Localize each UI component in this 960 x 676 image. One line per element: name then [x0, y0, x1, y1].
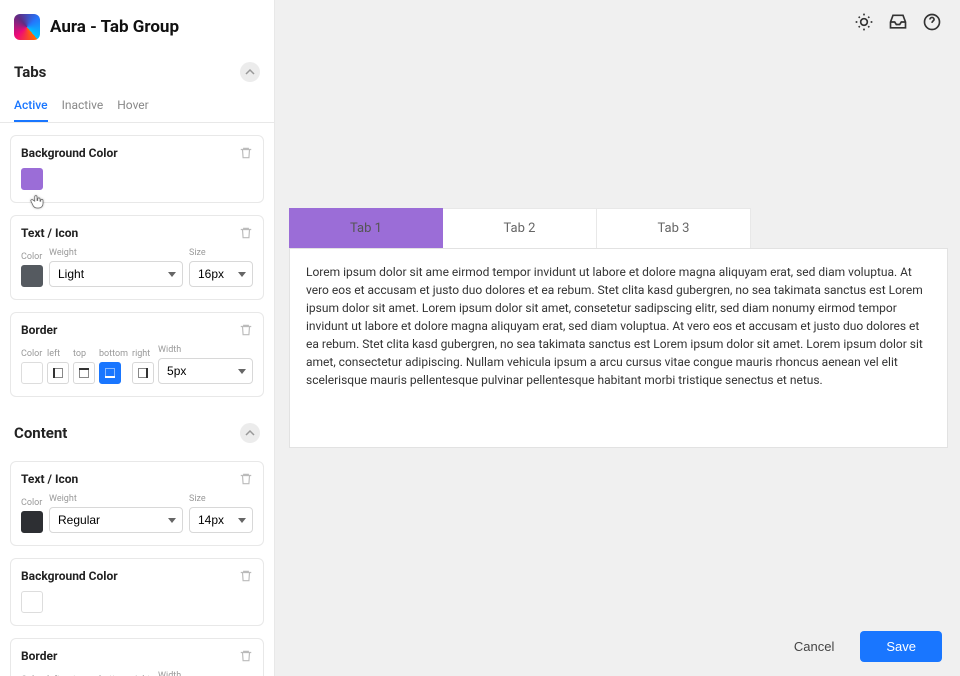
border-left-toggle[interactable] [47, 362, 69, 384]
theme-icon[interactable] [854, 12, 874, 32]
delete-icon[interactable] [239, 146, 253, 160]
field-label-color: Color [21, 252, 43, 262]
section-header-tabs: Tabs [0, 50, 274, 88]
card-content-border: Border Color left top bottom [10, 638, 264, 676]
border-top-toggle[interactable] [73, 362, 95, 384]
section-header-content: Content [0, 411, 274, 449]
collapse-tabs-button[interactable] [240, 62, 260, 82]
color-swatch[interactable] [21, 362, 43, 384]
chevron-up-icon [245, 67, 255, 77]
field-label-width: Width [158, 345, 253, 355]
delete-icon[interactable] [239, 323, 253, 337]
state-subtabs: Active Inactive Hover [0, 88, 274, 123]
field-label-top: top [73, 349, 95, 359]
app-title: Aura - Tab Group [50, 17, 179, 37]
preview-tab-2[interactable]: Tab 2 [443, 208, 597, 248]
chevron-up-icon [245, 428, 255, 438]
field-label-left: left [47, 349, 69, 359]
border-right-toggle[interactable] [132, 362, 154, 384]
prop-title: Text / Icon [21, 472, 78, 486]
prop-title: Background Color [21, 569, 118, 583]
field-label-weight: Weight [49, 248, 183, 258]
color-swatch[interactable] [21, 591, 43, 613]
preview-tab-3[interactable]: Tab 3 [597, 208, 751, 248]
color-swatch[interactable] [21, 168, 43, 190]
delete-icon[interactable] [239, 569, 253, 583]
border-bottom-toggle[interactable] [99, 362, 121, 384]
size-select[interactable]: 16px [189, 261, 253, 287]
border-width-select[interactable]: 5px [158, 358, 253, 384]
section-title-content: Content [14, 424, 67, 442]
card-tabs-border: Border Color left top bottom [10, 312, 264, 397]
field-label-width: Width [158, 671, 253, 676]
field-label-color: Color [21, 498, 43, 508]
save-button[interactable]: Save [860, 631, 942, 662]
prop-title: Border [21, 649, 57, 663]
card-content-text-icon: Text / Icon Color Weight Regular Size 14… [10, 461, 264, 546]
prop-title: Border [21, 323, 57, 337]
field-label-size: Size [189, 248, 253, 258]
delete-icon[interactable] [239, 226, 253, 240]
size-select[interactable]: 14px [189, 507, 253, 533]
section-title-tabs: Tabs [14, 63, 46, 81]
preview-content: Lorem ipsum dolor sit ame eirmod tempor … [289, 248, 948, 448]
subtab-inactive[interactable]: Inactive [62, 92, 104, 122]
color-swatch[interactable] [21, 265, 43, 287]
field-label-right: right [132, 349, 154, 359]
inbox-icon[interactable] [888, 12, 908, 32]
preview-area: Tab 1 Tab 2 Tab 3 Lorem ipsum dolor sit … [275, 0, 960, 676]
card-tabs-background: Background Color [10, 135, 264, 203]
subtab-hover[interactable]: Hover [117, 92, 148, 122]
field-label-size: Size [189, 494, 253, 504]
collapse-content-button[interactable] [240, 423, 260, 443]
prop-title: Background Color [21, 146, 118, 160]
prop-title: Text / Icon [21, 226, 78, 240]
subtab-active[interactable]: Active [14, 92, 48, 122]
card-content-background: Background Color [10, 558, 264, 626]
preview-tab-row: Tab 1 Tab 2 Tab 3 [289, 208, 948, 248]
color-swatch[interactable] [21, 511, 43, 533]
panel-header: Aura - Tab Group [0, 0, 274, 50]
delete-icon[interactable] [239, 472, 253, 486]
field-label-weight: Weight [49, 494, 183, 504]
delete-icon[interactable] [239, 649, 253, 663]
field-label-bottom: bottom [99, 349, 128, 359]
field-label-color: Color [21, 349, 43, 359]
card-tabs-text-icon: Text / Icon Color Weight Light Size 16px [10, 215, 264, 300]
weight-select[interactable]: Light [49, 261, 183, 287]
help-icon[interactable] [922, 12, 942, 32]
app-logo-icon [14, 14, 40, 40]
weight-select[interactable]: Regular [49, 507, 183, 533]
left-panel: Aura - Tab Group Tabs Active Inactive Ho… [0, 0, 275, 676]
preview-tab-1[interactable]: Tab 1 [289, 208, 443, 248]
cancel-button[interactable]: Cancel [784, 631, 844, 662]
